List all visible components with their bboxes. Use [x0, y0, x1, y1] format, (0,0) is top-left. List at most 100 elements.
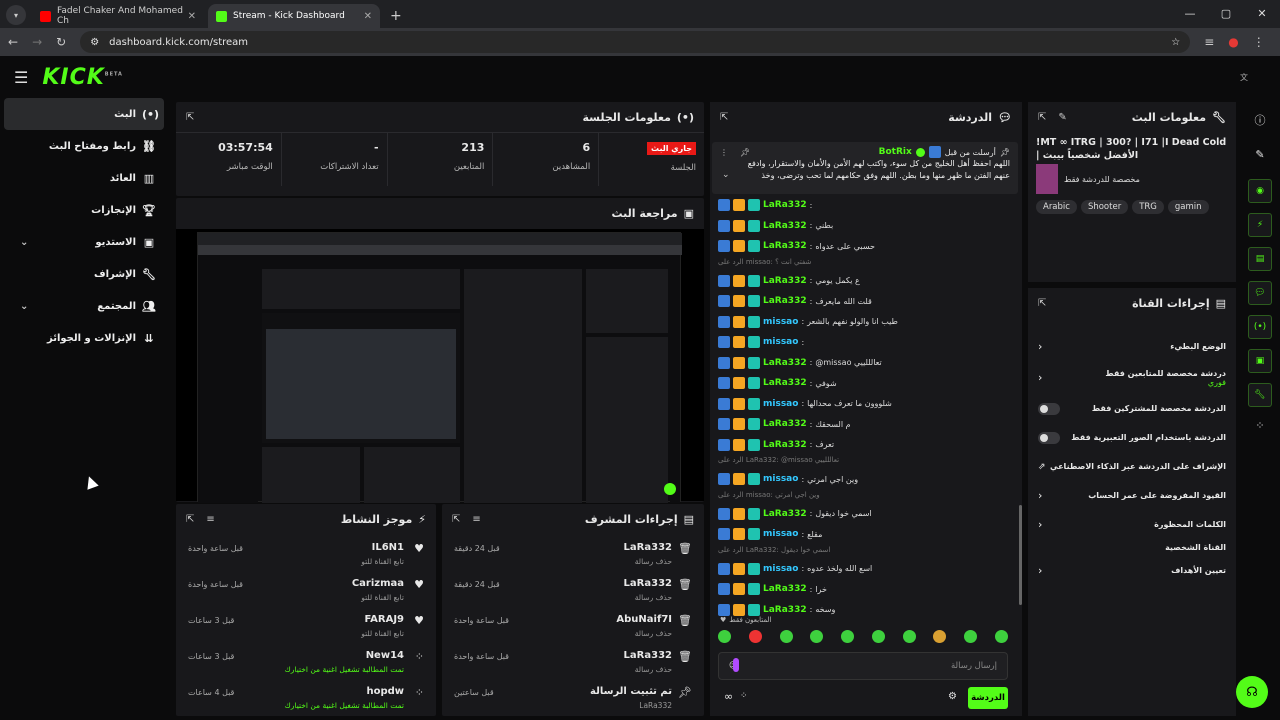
close-tab-icon[interactable]: ✕ — [364, 11, 372, 22]
minimize-icon[interactable]: — — [1172, 0, 1208, 28]
maximize-icon[interactable]: ▢ — [1208, 0, 1244, 28]
tab-search-icon[interactable]: ▾ — [6, 5, 26, 25]
new-tab-icon[interactable]: + — [390, 8, 402, 24]
chat-username[interactable]: LaRa332 — [763, 440, 807, 450]
chat-username[interactable]: LaRa332 — [763, 584, 807, 594]
menu-icon[interactable]: ⋮ — [1253, 35, 1265, 49]
row-user[interactable]: LaRa332 — [514, 650, 672, 661]
widget-points-icon[interactable]: ⁘ — [1240, 419, 1280, 432]
ai-moderation-row[interactable]: ⇗ الإشراف على الدردشة عبر الذكاء الاصطناع… — [1028, 452, 1236, 481]
popout-icon[interactable]: ⇱ — [452, 514, 460, 525]
chat-username[interactable]: LaRa332 — [763, 419, 807, 429]
chat-username[interactable]: missao — [763, 337, 798, 347]
chat-username[interactable]: LaRa332 — [763, 296, 807, 306]
emote-icon[interactable] — [994, 630, 1008, 643]
chat-username[interactable]: LaRa332 — [763, 241, 807, 251]
edit-pencil-icon[interactable]: ✎ — [1058, 112, 1066, 123]
chat-message[interactable]: missao: مقلع — [718, 525, 1008, 543]
url-field[interactable]: ⚙ dashboard.kick.com/stream ☆ — [80, 31, 1191, 53]
chat-username[interactable]: LaRa332 — [763, 276, 807, 286]
chat-username[interactable]: missao — [763, 529, 798, 539]
chat-message[interactable]: missao: اسع الله ولخذ عدوه — [718, 560, 1008, 578]
mod-action-item[interactable]: قبل ساعة واحدة AbuNaif7I حذف رسالة 🗑︎ — [442, 606, 704, 642]
chat-username[interactable]: LaRa332 — [763, 378, 807, 388]
subscribers-only-row[interactable]: الدردشة مخصصة للمشتركين فقط — [1028, 394, 1236, 423]
emote-icon[interactable] — [964, 630, 978, 643]
chat-settings-gear-icon[interactable]: ⚙ — [948, 691, 957, 702]
row-user[interactable]: تم تثبيت الرسالة — [514, 686, 672, 697]
mod-action-item[interactable]: قبل 24 دقيقة LaRa332 حذف رسالة 🗑︎ — [442, 534, 704, 570]
chat-username[interactable]: LaRa332 — [763, 358, 807, 368]
kick-logo[interactable]: KICKBETA — [42, 65, 123, 90]
chat-message[interactable]: LaRa332: اسمي خوا ديقول — [718, 505, 1008, 523]
category-name[interactable]: مخصصة للدردشة فقط — [1064, 175, 1140, 184]
emotes-only-row[interactable]: الدردشة باستخدام الصور التعبيرية فقط — [1028, 423, 1236, 452]
filter-icon[interactable]: ≡ — [472, 514, 480, 525]
emote-icon[interactable] — [933, 630, 947, 643]
microphone-icon[interactable] — [733, 658, 739, 672]
chat-username[interactable]: missao — [763, 564, 798, 574]
chat-message[interactable]: missao: وين اجي امرتي — [718, 470, 1008, 488]
chat-message[interactable]: missao: طيب انا والولو نفهم بالشعر — [718, 313, 1008, 331]
sidebar-item-stream[interactable]: (•) البث — [4, 98, 164, 130]
sidebar-item-achievements[interactable]: 🏆︎ الإنجازات — [4, 194, 164, 226]
widget-panels-icon[interactable]: ▣ — [1248, 349, 1272, 373]
widget-camera-icon[interactable]: ◉ — [1248, 179, 1272, 203]
emotes-only-toggle[interactable] — [1038, 431, 1060, 444]
set-goals-row[interactable]: › تعيين الأهداف — [1028, 556, 1236, 585]
forward-icon[interactable]: → — [32, 35, 42, 49]
chat-username[interactable]: LaRa332 — [763, 221, 807, 231]
filter-icon[interactable]: ≡ — [206, 514, 214, 525]
activity-item[interactable]: قبل 4 ساعات hopdw تمت المطالبة تشغيل اغنية… — [176, 678, 436, 714]
chat-input[interactable]: إرسال رسالة ☺ — [718, 652, 1008, 680]
row-user[interactable]: New14 — [248, 650, 404, 661]
bookmark-star-icon[interactable]: ☆ — [1171, 37, 1180, 48]
chat-message[interactable]: LaRa332: ع يكمل يومي — [718, 272, 1008, 290]
widget-lightning-icon[interactable]: ⚡︎ — [1248, 213, 1272, 237]
sidebar-item-studio[interactable]: ▣ الاستديو ⌄ — [4, 226, 164, 258]
info-icon[interactable]: ⓘ — [1240, 112, 1280, 128]
emote-icon[interactable] — [718, 630, 731, 643]
activity-item[interactable]: قبل 3 ساعات New14 تمت المطالبة تشغيل اغنية… — [176, 642, 436, 678]
emote-icon[interactable] — [810, 630, 824, 643]
chat-username[interactable]: LaRa332 — [763, 509, 807, 519]
mod-action-item[interactable]: قبل 24 دقيقة LaRa332 حذف رسالة 🗑︎ — [442, 570, 704, 606]
banned-words-row[interactable]: › الكلمات المحظورة — [1028, 510, 1236, 539]
back-icon[interactable]: ← — [8, 35, 18, 49]
pinned-user[interactable]: BotRix — [879, 147, 912, 157]
emote-icon[interactable] — [902, 630, 916, 643]
row-user[interactable]: IL6N1 — [248, 542, 404, 553]
chat-message[interactable]: LaRa332: @missao تعالللييي — [718, 354, 1008, 372]
stream-video-preview[interactable] — [176, 229, 704, 503]
browser-tab-1[interactable]: Fadel Chaker And Mohamed Ch ✕ — [32, 4, 204, 28]
points-icon[interactable]: ⁘ — [740, 691, 748, 701]
chat-message[interactable]: LaRa332: بطني — [718, 217, 1008, 235]
site-info-icon[interactable]: ⚙ — [90, 37, 99, 48]
more-options-icon[interactable]: ⋮ — [720, 148, 728, 157]
emote-icon[interactable] — [779, 630, 793, 643]
chat-message[interactable]: LaRa332: تعرف — [718, 436, 1008, 454]
tag[interactable]: TRG — [1132, 200, 1164, 214]
sidebar-item-community[interactable]: 👥︎ المجتمع ⌄ — [4, 290, 164, 322]
widget-chat-icon[interactable]: 💬︎ — [1248, 281, 1272, 305]
widget-document-icon[interactable]: ▤ — [1248, 247, 1272, 271]
popout-icon[interactable]: ⇱ — [186, 112, 194, 123]
popout-icon[interactable]: ⇱ — [720, 112, 728, 123]
chat-message[interactable]: LaRa332: شوفي — [718, 374, 1008, 392]
close-tab-icon[interactable]: ✕ — [188, 11, 196, 22]
category-thumbnail[interactable] — [1036, 164, 1058, 194]
support-chat-button[interactable]: ☊ — [1236, 676, 1268, 708]
chat-message[interactable]: LaRa332: قلت الله مايعرف — [718, 292, 1008, 310]
close-window-icon[interactable]: ✕ — [1244, 0, 1280, 28]
chat-username[interactable]: missao — [763, 317, 798, 327]
chat-username[interactable]: missao — [763, 474, 798, 484]
chevron-down-icon[interactable]: ⌄ — [722, 170, 730, 180]
sidebar-item-drops[interactable]: ⇊ الإنزالات و الجوائز — [4, 322, 164, 354]
chat-message[interactable]: LaRa332: — [718, 196, 1008, 214]
activity-item[interactable]: قبل ساعة واحدة IL6N1 تابع القناة للتو ♥ — [176, 534, 436, 570]
chat-username[interactable]: missao — [763, 399, 798, 409]
chat-message[interactable]: LaRa332: خرا — [718, 580, 1008, 598]
sidebar-item-stream-key[interactable]: ⛓ رابط ومفتاح البث — [4, 130, 164, 162]
emote-icon[interactable] — [841, 630, 855, 643]
pinned-message[interactable]: 📌︎ أرسلت من قبل BotRix 📌︎ ⋮ اللهم احفظ أ… — [712, 142, 1018, 194]
